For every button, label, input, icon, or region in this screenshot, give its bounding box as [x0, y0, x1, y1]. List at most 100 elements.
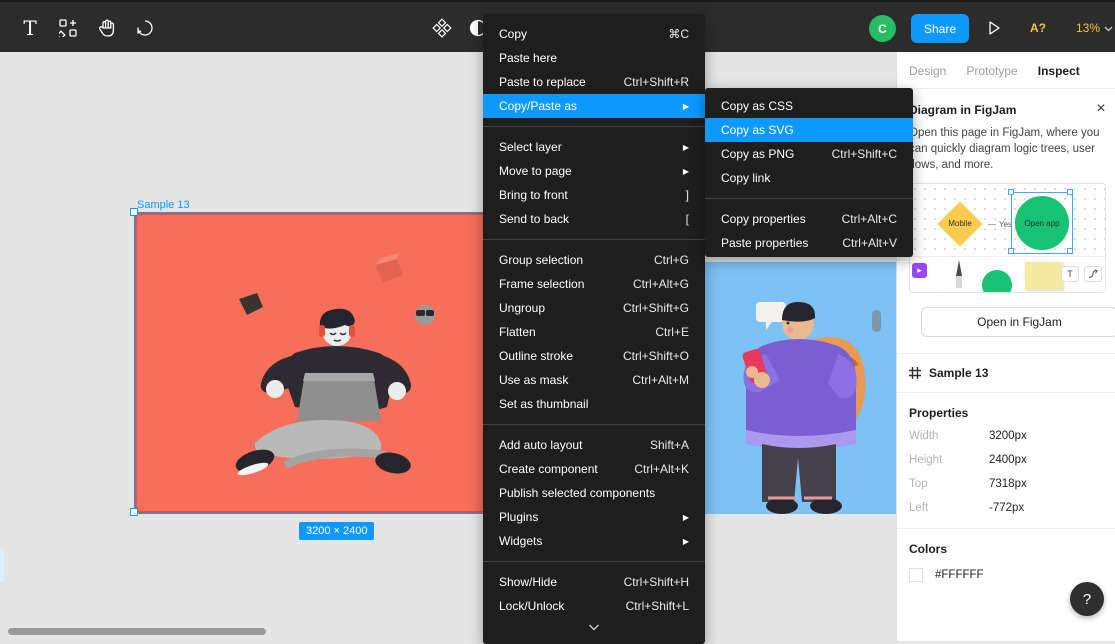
- figjam-marker-icon: [952, 260, 966, 290]
- menu-item-copy-as-png[interactable]: Copy as PNGCtrl+Shift+C: [705, 142, 913, 166]
- menu-item-show-hide[interactable]: Show/HideCtrl+Shift+H: [483, 570, 705, 594]
- partial-canvas-object: [0, 549, 4, 582]
- menu-item-use-as-mask[interactable]: Use as maskCtrl+Alt+M: [483, 368, 705, 392]
- share-button[interactable]: Share: [911, 14, 969, 43]
- property-row-height: Height2400px: [897, 448, 1115, 472]
- menu-item-paste-here[interactable]: Paste here: [483, 46, 705, 70]
- text-tool-button[interactable]: T: [14, 12, 46, 44]
- frame-icon: [909, 367, 921, 379]
- copy-paste-as-submenu: Copy as CSS Copy as SVG Copy as PNGCtrl+…: [705, 88, 913, 257]
- chevron-down-icon: [1104, 26, 1113, 32]
- accessibility-badge[interactable]: A?: [1030, 21, 1046, 35]
- hand-tool-button[interactable]: [90, 12, 122, 44]
- panel-tabs: Design Prototype Inspect: [897, 52, 1115, 89]
- comment-icon: [136, 19, 154, 37]
- chevron-down-icon: [588, 624, 600, 631]
- comment-tool-button[interactable]: [129, 12, 161, 44]
- menu-item-select-layer[interactable]: Select layer▶: [483, 135, 705, 159]
- figjam-text-tool-icon: T: [1061, 266, 1079, 282]
- context-menu: Copy⌘C Paste here Paste to replaceCtrl+S…: [483, 14, 705, 644]
- component-icon: [432, 18, 452, 38]
- inspect-panel: Design Prototype Inspect Diagram in FigJ…: [896, 52, 1115, 641]
- tab-inspect[interactable]: Inspect: [1038, 64, 1080, 78]
- create-component-button[interactable]: [426, 12, 458, 44]
- menu-item-copy-link[interactable]: Copy link: [705, 166, 913, 190]
- selection-handle-bottom-left[interactable]: [130, 508, 138, 516]
- zoom-level: 13%: [1076, 21, 1100, 35]
- help-button[interactable]: ?: [1070, 582, 1104, 616]
- figjam-handle: [1008, 189, 1014, 195]
- submenu-arrow-icon: ▶: [683, 102, 689, 111]
- selected-frame-sample-13[interactable]: [135, 213, 537, 513]
- menu-item-send-to-back[interactable]: Send to back[: [483, 207, 705, 231]
- color-hex: #FFFFFF: [935, 569, 984, 581]
- menu-item-copy-properties[interactable]: Copy propertiesCtrl+Alt+C: [705, 207, 913, 231]
- menu-item-copy-paste-as[interactable]: Copy/Paste as▶: [483, 94, 705, 118]
- menu-item-plugins[interactable]: Plugins▶: [483, 505, 705, 529]
- tab-prototype[interactable]: Prototype: [966, 64, 1017, 78]
- figjam-card-title: Diagram in FigJam: [909, 103, 1105, 117]
- figjam-green-circle-icon: [982, 270, 1012, 293]
- text-tool-icon: T: [23, 16, 36, 40]
- menu-item-ungroup[interactable]: UngroupCtrl+Shift+G: [483, 296, 705, 320]
- present-button[interactable]: [978, 12, 1010, 44]
- menu-item-move-to-page[interactable]: Move to page▶: [483, 159, 705, 183]
- property-row-left: Left-772px: [897, 496, 1115, 520]
- figjam-circle-shape: Open app: [1015, 196, 1069, 250]
- open-in-figjam-button[interactable]: Open in FigJam: [921, 307, 1115, 337]
- selected-frame-row[interactable]: Sample 13: [897, 354, 1115, 392]
- property-row-width: Width3200px: [897, 424, 1115, 448]
- figjam-connector-icon: [1084, 266, 1102, 282]
- dimension-badge: 3200 × 2400: [299, 522, 374, 540]
- menu-item-copy-as-svg[interactable]: Copy as SVG: [705, 118, 913, 142]
- menu-item-frame-selection[interactable]: Frame selectionCtrl+Alt+G: [483, 272, 705, 296]
- menu-item-paste-properties[interactable]: Paste propertiesCtrl+Alt+V: [705, 231, 913, 255]
- figjam-handle: [1008, 248, 1014, 254]
- canvas-frame-label[interactable]: Sample 13: [137, 199, 190, 211]
- figjam-diamond-label: Mobile: [938, 219, 982, 228]
- figjam-card-body: Open this page in FigJam, where you can …: [909, 125, 1106, 173]
- resources-tool-button[interactable]: [52, 12, 84, 44]
- submenu-arrow-icon: ▶: [683, 167, 689, 176]
- menu-item-group-selection[interactable]: Group selectionCtrl+G: [483, 248, 705, 272]
- menu-item-set-as-thumbnail[interactable]: Set as thumbnail: [483, 392, 705, 416]
- close-icon[interactable]: ×: [1091, 99, 1111, 119]
- menu-item-publish-selected-components[interactable]: Publish selected components: [483, 481, 705, 505]
- figjam-promo-card: Diagram in FigJam × Open this page in Fi…: [897, 89, 1115, 353]
- submenu-arrow-icon: ▶: [683, 143, 689, 152]
- selection-handle-top-left[interactable]: [130, 208, 138, 216]
- figjam-handle: [1067, 189, 1073, 195]
- tab-design[interactable]: Design: [909, 64, 946, 78]
- traveler-illustration: [700, 262, 896, 514]
- horizontal-scrollbar[interactable]: [8, 628, 266, 635]
- figjam-handle: [1067, 248, 1073, 254]
- menu-item-create-component[interactable]: Create componentCtrl+Alt+K: [483, 457, 705, 481]
- play-icon: [986, 20, 1002, 36]
- figjam-sticky-note-icon: [1025, 262, 1063, 290]
- character-illustration: [135, 213, 537, 513]
- menu-item-copy[interactable]: Copy⌘C: [483, 22, 705, 46]
- menu-item-bring-to-front[interactable]: Bring to front]: [483, 183, 705, 207]
- property-row-top: Top7318px: [897, 472, 1115, 496]
- menu-item-widgets[interactable]: Widgets▶: [483, 529, 705, 553]
- menu-item-add-auto-layout[interactable]: Add auto layoutShift+A: [483, 433, 705, 457]
- submenu-arrow-icon: ▶: [683, 537, 689, 546]
- resources-icon: [59, 19, 77, 37]
- colors-title: Colors: [897, 529, 1115, 560]
- hand-icon: [98, 19, 115, 37]
- color-swatch: [909, 568, 923, 582]
- menu-item-outline-stroke[interactable]: Outline strokeCtrl+Shift+O: [483, 344, 705, 368]
- second-frame[interactable]: [700, 262, 896, 514]
- properties-title: Properties: [897, 393, 1115, 424]
- figjam-preview-image: Mobile —Yes→ Open app ▸ T: [909, 183, 1106, 293]
- zoom-control[interactable]: 13%: [1076, 21, 1113, 35]
- menu-item-copy-as-css[interactable]: Copy as CSS: [705, 94, 913, 118]
- menu-item-lock-unlock[interactable]: Lock/UnlockCtrl+Shift+L: [483, 594, 705, 618]
- menu-item-flatten[interactable]: FlattenCtrl+E: [483, 320, 705, 344]
- avatar[interactable]: C: [869, 15, 896, 42]
- submenu-arrow-icon: ▶: [683, 513, 689, 522]
- selected-frame-name: Sample 13: [929, 366, 988, 380]
- menu-scroll-down[interactable]: [483, 618, 705, 636]
- menu-item-paste-to-replace[interactable]: Paste to replaceCtrl+Shift+R: [483, 70, 705, 94]
- figjam-cursor-tool-icon: ▸: [912, 263, 927, 278]
